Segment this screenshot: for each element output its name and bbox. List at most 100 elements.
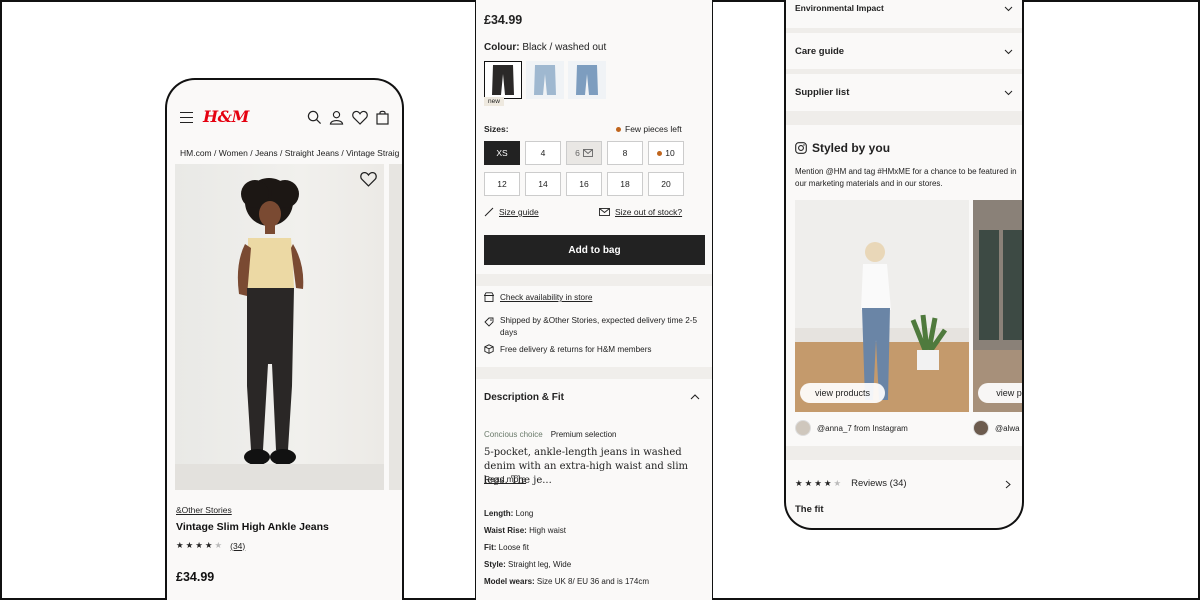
colour-label: Colour: Black / washed out [484,42,606,53]
notify-envelope-icon [582,149,593,157]
product-details-panel: £34.99 Colour: Black / washed out new Si… [476,0,712,600]
store-icon [484,292,494,302]
chevron-down-icon [1004,90,1013,96]
star-icon: ★ [823,478,832,488]
description-fit-heading[interactable]: Description & Fit [484,392,564,403]
chevron-down-icon [1004,49,1013,55]
size-option-16[interactable]: 16 [566,172,602,196]
rating-summary[interactable]: ★ ★ ★ ★ ★ (34) [176,540,245,551]
size-option-8[interactable]: 8 [607,141,643,165]
the-fit-heading: The fit [795,504,824,515]
chevron-right-icon[interactable] [1005,480,1011,489]
size-out-text: Size out of stock? [615,207,683,217]
size-out-of-stock-link[interactable]: Size out of stock? [599,207,682,217]
add-to-bag-button[interactable]: Add to bag [484,235,705,265]
star-icon: ★ [795,478,803,488]
view-products-button[interactable]: view pro [978,383,1022,403]
product-tags: Concious choice Premium selection [484,430,617,439]
user-handle: @anna_7 from Instagram [817,423,908,433]
spec-value: Long [515,509,534,518]
spec-model-wears: Model wears: Size UK 8/ EU 36 and is 174… [484,577,649,586]
ugc-user-2[interactable]: @alwa [973,420,1020,436]
spec-value: High waist [529,526,566,535]
reviews-summary-row[interactable]: ★ ★ ★ ★ ★ Reviews (34) [795,478,907,489]
black-jeans-thumbnail [492,65,514,95]
colour-label-key: Colour: [484,42,520,53]
accordion-label: Care guide [795,46,845,57]
size-option-14[interactable]: 14 [525,172,561,196]
accordion-environmental-impact[interactable]: Environmental Impact [786,0,1022,24]
spec-key: Fit: [484,543,497,552]
search-icon[interactable] [307,110,322,125]
instagram-icon [795,142,807,154]
hamburger-menu-icon[interactable] [180,112,193,123]
section-separator [476,274,712,286]
size-label: 16 [579,179,589,189]
conscious-choice-tag: Concious choice [484,430,543,439]
size-guide-text: Size guide [499,207,539,217]
favourites-heart-icon[interactable] [352,110,368,125]
low-stock-dot-icon [657,150,663,156]
spec-value: Loose fit [498,543,529,552]
ugc-user-1[interactable]: @anna_7 from Instagram [795,420,908,436]
swatch-mid-blue[interactable] [568,61,606,99]
phone-reviews-section: Environmental Impact Care guide Supplier… [784,0,1024,530]
spec-key: Style: [484,560,506,569]
next-product-image[interactable] [389,164,402,490]
shopping-bag-icon[interactable] [376,110,389,125]
low-stock-dot-icon [616,126,621,132]
size-label: 6 [575,148,580,158]
ugc-photo-2[interactable]: view pro [973,200,1022,412]
size-option-18[interactable]: 18 [607,172,643,196]
user-handle: @alwa [995,423,1020,433]
size-label: 12 [497,179,507,189]
section-separator [786,446,1022,460]
size-option-4[interactable]: 4 [525,141,561,165]
chevron-up-icon[interactable] [690,393,700,400]
size-option-20[interactable]: 20 [648,172,684,196]
spec-value: Size UK 8/ EU 36 and is 174cm [536,577,649,586]
delivery-tag-icon [484,317,494,327]
customer-photo [795,242,969,412]
breadcrumb[interactable]: HM.com / Women / Jeans / Straight Jeans … [180,148,399,158]
size-label: 14 [538,179,548,189]
accordion-label: Environmental Impact [795,3,884,13]
hm-logo[interactable]: H&M [203,107,249,126]
swatch-light-blue[interactable] [526,61,564,99]
star-icon: ★ [176,540,184,550]
size-option-10[interactable]: 10 [648,141,684,165]
few-pieces-left-legend: Few pieces left [616,124,682,134]
check-store-text: Check availability in store [500,293,593,302]
few-left-text: Few pieces left [625,124,682,134]
size-guide-link[interactable]: Size guide [484,207,539,217]
star-icon: ★ [814,478,822,488]
add-to-favourites-heart-icon[interactable] [360,171,377,187]
size-option-12[interactable]: 12 [484,172,520,196]
star-empty-icon: ★ [833,478,842,488]
accordion-care-guide[interactable]: Care guide [786,33,1022,69]
product-price: £34.99 [176,570,215,584]
review-count-link[interactable]: (34) [230,541,245,551]
ugc-photo-1[interactable]: view products [795,200,969,412]
model-photo [175,178,384,490]
star-icon: ★ [195,540,203,550]
read-more-link[interactable]: Read more [484,474,526,484]
swatch-black-washed-out[interactable] [484,61,522,99]
section-separator [476,367,712,379]
spec-key: Length: [484,509,514,518]
mid-blue-jeans-thumbnail [576,65,598,95]
account-icon[interactable] [329,110,344,125]
product-hero-image[interactable] [175,164,384,490]
customer-photo [973,200,1022,412]
size-label: XS [496,148,508,158]
ruler-icon [484,207,494,217]
view-products-button[interactable]: view products [800,383,885,403]
brand-link[interactable]: &Other Stories [176,505,232,515]
accordion-supplier-list[interactable]: Supplier list [786,74,1022,110]
check-store-link[interactable]: Check availability in store [484,292,592,304]
colour-value: Black / washed out [522,42,607,53]
star-empty-icon: ★ [214,540,223,550]
styled-title-text: Styled by you [812,141,891,155]
size-option-6[interactable]: 6 [566,141,602,165]
size-option-xs[interactable]: XS [484,141,520,165]
